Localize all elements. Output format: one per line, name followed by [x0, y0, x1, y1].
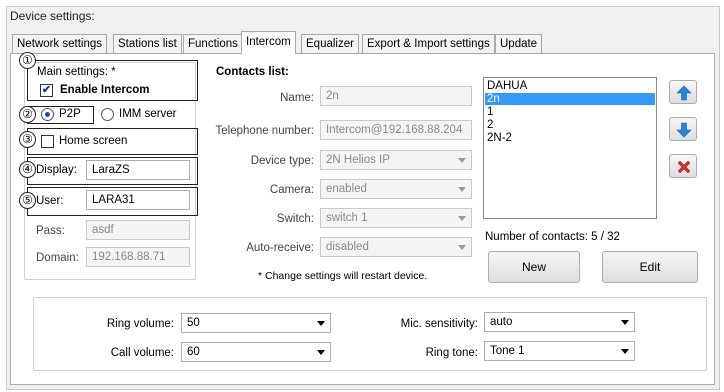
annotation-marker-4: ④: [19, 161, 36, 178]
user-input[interactable]: LARA31: [86, 190, 190, 210]
home-screen-checkbox[interactable]: [41, 135, 54, 148]
window-title: Device settings:: [10, 9, 95, 23]
call-volume-select[interactable]: 60: [181, 342, 331, 362]
mic-sensitivity-value: auto: [490, 316, 513, 328]
radio-selected-dot: [45, 112, 50, 117]
mic-sensitivity-label: Mic. sensitivity:: [400, 318, 478, 330]
camera-select[interactable]: enabled: [320, 179, 472, 199]
ring-tone-label: Ring tone:: [425, 347, 478, 359]
imm-server-radio[interactable]: [101, 108, 114, 121]
tab-update[interactable]: Update: [495, 34, 543, 53]
chevron-down-icon: [458, 187, 466, 192]
call-volume-value: 60: [187, 346, 200, 358]
list-item[interactable]: DAHUA: [485, 80, 655, 92]
list-item[interactable]: 1: [485, 106, 655, 118]
switch-label: Switch:: [276, 213, 314, 225]
domain-input[interactable]: 192.168.88.71: [86, 247, 190, 267]
annotation-marker-3: ③: [19, 131, 36, 148]
user-label: User:: [36, 195, 64, 207]
list-item[interactable]: 2: [485, 119, 655, 131]
auto-receive-label: Auto-receive:: [246, 242, 314, 254]
list-item-selected[interactable]: 2n: [485, 93, 655, 105]
device-type-label: Device type:: [250, 155, 314, 167]
auto-receive-select[interactable]: disabled: [320, 237, 472, 257]
switch-value: switch 1: [326, 212, 368, 224]
contacts-listbox[interactable]: DAHUA 2n 1 2 2N-2: [483, 77, 657, 219]
switch-select[interactable]: switch 1: [320, 208, 472, 228]
chevron-down-icon: [621, 320, 629, 325]
arrow-down-icon: [676, 122, 692, 138]
chevron-down-icon: [317, 350, 325, 355]
contact-name-label: Name:: [280, 92, 314, 104]
restart-note: * Change settings will restart device.: [258, 270, 428, 282]
tab-functions[interactable]: Functions: [183, 34, 243, 53]
tab-export-import-settings[interactable]: Export & Import settings: [362, 34, 495, 53]
chevron-down-icon: [458, 158, 466, 163]
ring-volume-label: Ring volume:: [106, 318, 174, 330]
ring-tone-select[interactable]: Tone 1: [484, 341, 635, 361]
annotation-marker-2: ②: [19, 106, 36, 123]
chevron-down-icon: [458, 245, 466, 250]
tab-equalizer[interactable]: Equalizer: [301, 34, 359, 53]
tab-stations-list[interactable]: Stations list: [113, 34, 182, 53]
enable-intercom-checkbox[interactable]: ✔: [40, 84, 53, 97]
telephone-number-label: Telephone number:: [215, 125, 314, 137]
contacts-list-title: Contacts list:: [216, 66, 289, 78]
auto-receive-value: disabled: [326, 241, 369, 253]
home-screen-label: Home screen: [59, 135, 128, 147]
delete-x-icon: [677, 160, 691, 174]
imm-server-label: IMM server: [119, 108, 177, 120]
domain-label: Domain:: [36, 252, 79, 264]
ring-tone-value: Tone 1: [490, 345, 525, 357]
call-volume-label: Call volume:: [110, 347, 174, 359]
chevron-down-icon: [621, 349, 629, 354]
tab-intercom[interactable]: Intercom: [241, 31, 296, 54]
telephone-number-input[interactable]: Intercom@192.168.88.204: [320, 120, 472, 140]
device-type-select[interactable]: 2N Helios IP: [320, 150, 472, 170]
contact-name-input[interactable]: 2n: [320, 86, 472, 106]
move-down-button[interactable]: [669, 117, 697, 141]
move-up-button[interactable]: [669, 80, 697, 104]
p2p-label: P2P: [59, 108, 81, 120]
ring-volume-select[interactable]: 50: [181, 313, 331, 333]
pass-label: Pass:: [36, 225, 65, 237]
chevron-down-icon: [458, 216, 466, 221]
camera-label: Camera:: [269, 184, 314, 196]
arrow-up-icon: [676, 85, 692, 101]
pass-input[interactable]: asdf: [86, 220, 190, 240]
main-settings-label: Main settings: *: [37, 66, 116, 78]
chevron-down-icon: [317, 321, 325, 326]
new-contact-button[interactable]: New: [488, 251, 580, 283]
ring-volume-value: 50: [187, 317, 200, 329]
contacts-count: Number of contacts: 5 / 32: [485, 231, 620, 243]
display-input[interactable]: LaraZS: [86, 160, 190, 180]
annotation-marker-5: ⑤: [19, 192, 36, 209]
p2p-radio[interactable]: [41, 108, 54, 121]
delete-contact-button[interactable]: [669, 154, 697, 178]
camera-value: enabled: [326, 183, 367, 195]
device-type-value: 2N Helios IP: [326, 154, 390, 166]
annotation-marker-1: ①: [19, 52, 36, 69]
list-item[interactable]: 2N-2: [485, 132, 655, 144]
edit-contact-button[interactable]: Edit: [602, 251, 698, 283]
tab-network-settings[interactable]: Network settings: [12, 34, 108, 53]
enable-intercom-label: Enable Intercom: [60, 84, 150, 96]
mic-sensitivity-select[interactable]: auto: [484, 312, 635, 332]
display-label: Display:: [36, 164, 77, 176]
